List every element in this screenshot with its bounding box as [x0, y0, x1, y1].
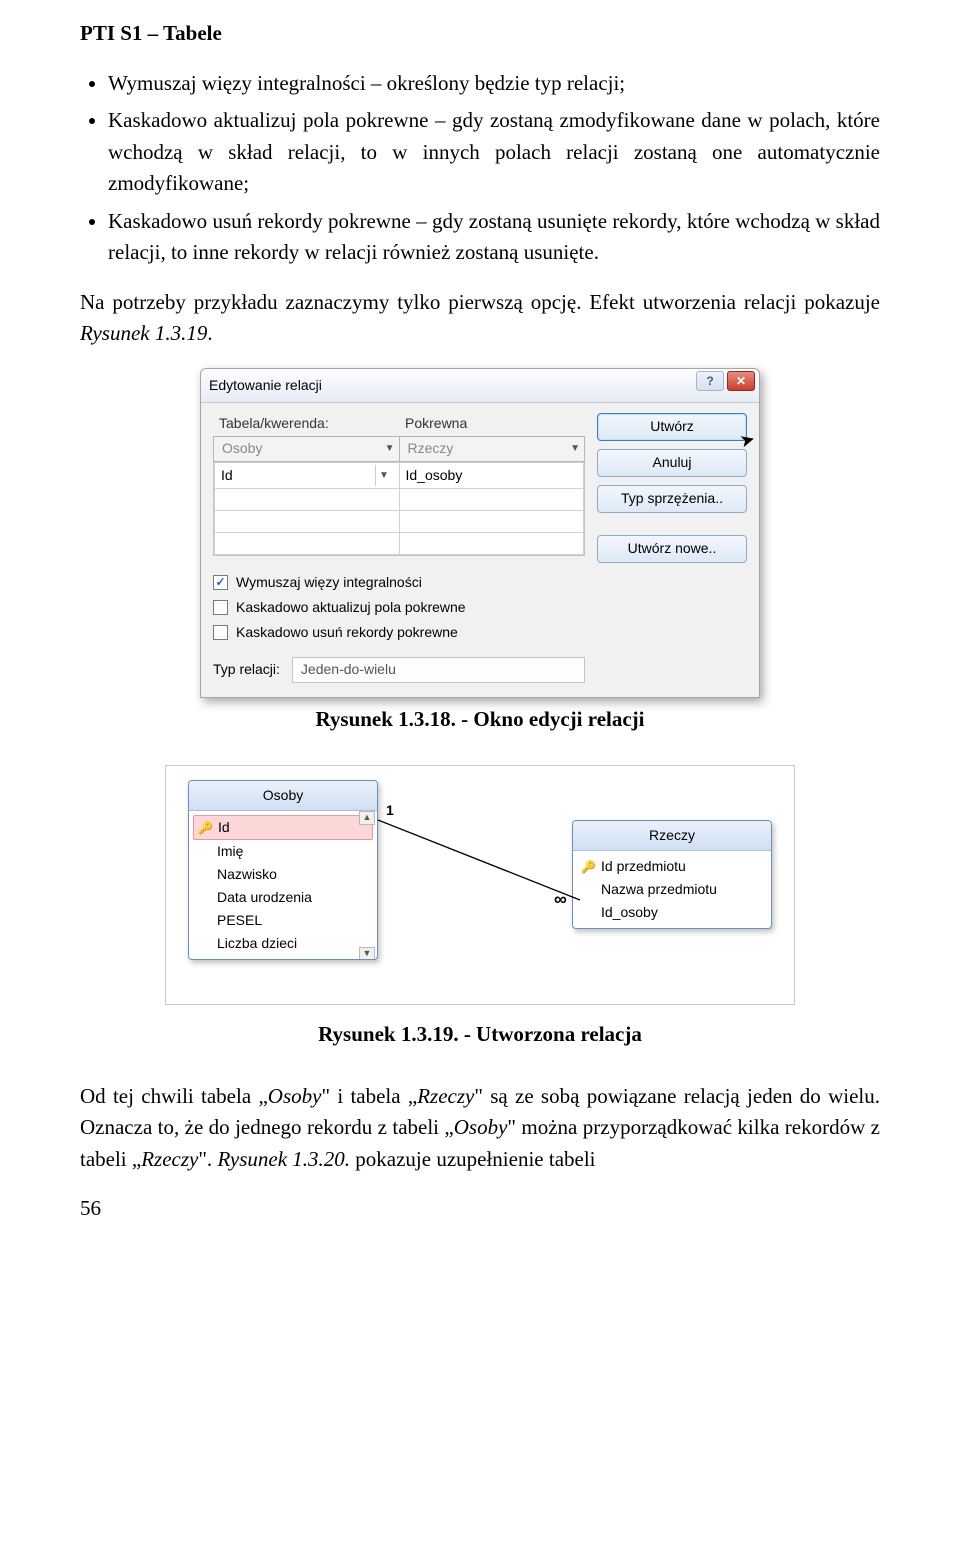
list-item: Kaskadowo aktualizuj pola pokrewne – gdy…	[108, 105, 880, 200]
related-combo-value: Rzeczy	[408, 438, 454, 459]
close-icon[interactable]: ✕	[727, 371, 755, 391]
empty-cell[interactable]	[215, 532, 400, 554]
edit-relation-dialog: Edytowanie relacji ? ✕ Tabela/kwerenda: …	[200, 368, 760, 698]
cardinality-one: 1	[386, 800, 394, 821]
page-number: 56	[80, 1193, 880, 1225]
relation-line	[180, 780, 780, 990]
empty-cell[interactable]	[215, 488, 400, 510]
cascade-delete-checkbox[interactable]	[213, 625, 228, 640]
table-combo-value: Osoby	[222, 438, 262, 459]
left-field-value: Id	[221, 465, 233, 486]
figure-caption: Rysunek 1.3.19. - Utworzona relacja	[80, 1019, 880, 1051]
figure-relation-diagram: Osoby 🔑 Id Imię Nazwisko Data urodzenia …	[80, 765, 880, 1013]
figure-caption: Rysunek 1.3.18. - Okno edycji relacji	[80, 704, 880, 736]
text-run-ital: Rzeczy	[417, 1084, 474, 1108]
cancel-button[interactable]: Anuluj	[597, 449, 747, 477]
figure-ref: Rysunek 1.3.20.	[217, 1147, 350, 1171]
figure-edit-relation: Edytowanie relacji ? ✕ Tabela/kwerenda: …	[80, 368, 880, 698]
column-label-table: Tabela/kwerenda:	[213, 413, 399, 434]
list-item: Wymuszaj więzy integralności – określony…	[108, 68, 880, 100]
cascade-update-checkbox[interactable]	[213, 600, 228, 615]
create-new-button[interactable]: Utwórz nowe..	[597, 535, 747, 563]
left-field-combo[interactable]: Id ▼	[221, 465, 393, 486]
page-header: PTI S1 – Tabele	[80, 18, 880, 50]
join-type-button[interactable]: Typ sprzężenia..	[597, 485, 747, 513]
relation-type-value: Jeden-do-wielu	[292, 657, 585, 683]
text-run: Na potrzeby przykładu zaznaczymy tylko p…	[80, 290, 880, 314]
chevron-down-icon: ▼	[570, 441, 580, 456]
text-run-ital: Rzeczy	[141, 1147, 198, 1171]
paragraph: Od tej chwili tabela „Osoby" i tabela „R…	[80, 1081, 880, 1176]
text-run: ".	[198, 1147, 217, 1171]
dialog-title-text: Edytowanie relacji	[209, 377, 322, 393]
text-run-ital: Osoby	[454, 1115, 508, 1139]
empty-cell[interactable]	[399, 532, 584, 554]
cascade-update-label: Kaskadowo aktualizuj pola pokrewne	[236, 597, 466, 618]
relation-type-label: Typ relacji:	[213, 659, 280, 680]
enforce-integrity-checkbox[interactable]	[213, 575, 228, 590]
create-button[interactable]: Utwórz	[597, 413, 747, 441]
text-run-ital: Osoby	[268, 1084, 322, 1108]
paragraph: Na potrzeby przykładu zaznaczymy tylko p…	[80, 287, 880, 350]
cardinality-many: ∞	[554, 886, 567, 913]
text-run: Od tej chwili tabela „	[80, 1084, 268, 1108]
bullet-list: Wymuszaj więzy integralności – określony…	[108, 68, 880, 269]
enforce-integrity-label: Wymuszaj więzy integralności	[236, 572, 422, 593]
help-icon[interactable]: ?	[696, 371, 724, 391]
cascade-delete-label: Kaskadowo usuń rekordy pokrewne	[236, 622, 458, 643]
join-fields-grid: Id ▼ Id_osoby	[214, 462, 584, 555]
table-combo[interactable]: Osoby ▼	[213, 436, 399, 462]
figure-ref: Rysunek 1.3.19	[80, 321, 207, 345]
chevron-down-icon: ▼	[385, 441, 395, 456]
related-combo[interactable]: Rzeczy ▼	[399, 436, 586, 462]
column-label-related: Pokrewna	[399, 413, 585, 434]
dialog-titlebar: Edytowanie relacji ? ✕	[201, 369, 759, 403]
text-run: " i tabela „	[321, 1084, 417, 1108]
empty-cell[interactable]	[399, 488, 584, 510]
text-run: .	[207, 321, 212, 345]
list-item: Kaskadowo usuń rekordy pokrewne – gdy zo…	[108, 206, 880, 269]
empty-cell[interactable]	[215, 510, 400, 532]
empty-cell[interactable]	[399, 510, 584, 532]
text-run: pokazuje uzupełnienie tabeli	[350, 1147, 595, 1171]
chevron-down-icon: ▼	[375, 465, 393, 486]
right-field-cell[interactable]: Id_osoby	[399, 462, 584, 488]
